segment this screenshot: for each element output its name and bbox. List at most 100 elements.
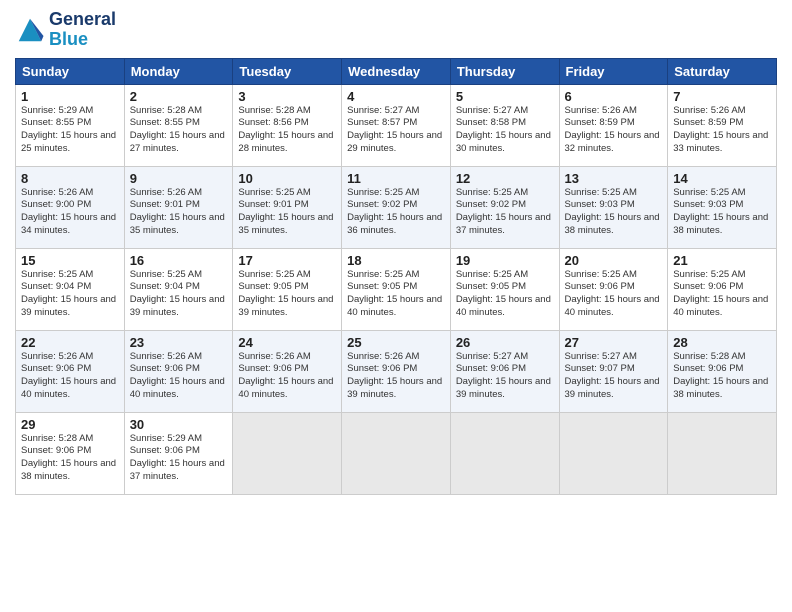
day-info: Sunrise: 5:26 AMSunset: 9:06 PMDaylight:…	[347, 351, 445, 402]
day-number: 2	[130, 89, 228, 104]
calendar-cell	[233, 412, 342, 494]
day-number: 30	[130, 417, 228, 432]
logo-icon	[15, 15, 45, 45]
day-number: 1	[21, 89, 119, 104]
day-number: 21	[673, 253, 771, 268]
weekday-header-wednesday: Wednesday	[342, 58, 451, 84]
day-info: Sunrise: 5:26 AMSunset: 9:06 PMDaylight:…	[21, 351, 119, 402]
calendar-cell: 24 Sunrise: 5:26 AMSunset: 9:06 PMDaylig…	[233, 330, 342, 412]
day-number: 4	[347, 89, 445, 104]
calendar-cell: 27 Sunrise: 5:27 AMSunset: 9:07 PMDaylig…	[559, 330, 668, 412]
calendar-cell: 19 Sunrise: 5:25 AMSunset: 9:05 PMDaylig…	[450, 248, 559, 330]
calendar-cell: 14 Sunrise: 5:25 AMSunset: 9:03 PMDaylig…	[668, 166, 777, 248]
calendar-cell: 29 Sunrise: 5:28 AMSunset: 9:06 PMDaylig…	[16, 412, 125, 494]
day-info: Sunrise: 5:29 AMSunset: 8:55 PMDaylight:…	[21, 105, 119, 156]
logo: General Blue	[15, 10, 116, 50]
day-info: Sunrise: 5:26 AMSunset: 9:01 PMDaylight:…	[130, 187, 228, 238]
day-number: 29	[21, 417, 119, 432]
calendar-cell: 12 Sunrise: 5:25 AMSunset: 9:02 PMDaylig…	[450, 166, 559, 248]
day-info: Sunrise: 5:25 AMSunset: 9:02 PMDaylight:…	[456, 187, 554, 238]
day-number: 20	[565, 253, 663, 268]
calendar-week-1: 1 Sunrise: 5:29 AMSunset: 8:55 PMDayligh…	[16, 84, 777, 166]
day-info: Sunrise: 5:27 AMSunset: 8:58 PMDaylight:…	[456, 105, 554, 156]
day-number: 10	[238, 171, 336, 186]
calendar-cell: 17 Sunrise: 5:25 AMSunset: 9:05 PMDaylig…	[233, 248, 342, 330]
day-info: Sunrise: 5:25 AMSunset: 9:02 PMDaylight:…	[347, 187, 445, 238]
calendar-cell: 28 Sunrise: 5:28 AMSunset: 9:06 PMDaylig…	[668, 330, 777, 412]
calendar-cell: 11 Sunrise: 5:25 AMSunset: 9:02 PMDaylig…	[342, 166, 451, 248]
calendar-week-4: 22 Sunrise: 5:26 AMSunset: 9:06 PMDaylig…	[16, 330, 777, 412]
page-container: General Blue SundayMondayTuesdayWednesda…	[0, 0, 792, 505]
day-info: Sunrise: 5:26 AMSunset: 9:06 PMDaylight:…	[130, 351, 228, 402]
weekday-header-sunday: Sunday	[16, 58, 125, 84]
day-info: Sunrise: 5:27 AMSunset: 9:07 PMDaylight:…	[565, 351, 663, 402]
day-number: 22	[21, 335, 119, 350]
calendar-cell: 15 Sunrise: 5:25 AMSunset: 9:04 PMDaylig…	[16, 248, 125, 330]
calendar-cell: 2 Sunrise: 5:28 AMSunset: 8:55 PMDayligh…	[124, 84, 233, 166]
day-info: Sunrise: 5:27 AMSunset: 9:06 PMDaylight:…	[456, 351, 554, 402]
calendar-cell: 3 Sunrise: 5:28 AMSunset: 8:56 PMDayligh…	[233, 84, 342, 166]
day-info: Sunrise: 5:25 AMSunset: 9:04 PMDaylight:…	[21, 269, 119, 320]
day-info: Sunrise: 5:25 AMSunset: 9:05 PMDaylight:…	[238, 269, 336, 320]
day-info: Sunrise: 5:26 AMSunset: 9:00 PMDaylight:…	[21, 187, 119, 238]
weekday-header-tuesday: Tuesday	[233, 58, 342, 84]
day-number: 14	[673, 171, 771, 186]
day-info: Sunrise: 5:25 AMSunset: 9:06 PMDaylight:…	[565, 269, 663, 320]
day-info: Sunrise: 5:29 AMSunset: 9:06 PMDaylight:…	[130, 433, 228, 484]
weekday-header-thursday: Thursday	[450, 58, 559, 84]
day-number: 23	[130, 335, 228, 350]
day-number: 6	[565, 89, 663, 104]
calendar-cell: 6 Sunrise: 5:26 AMSunset: 8:59 PMDayligh…	[559, 84, 668, 166]
calendar-cell: 13 Sunrise: 5:25 AMSunset: 9:03 PMDaylig…	[559, 166, 668, 248]
day-info: Sunrise: 5:27 AMSunset: 8:57 PMDaylight:…	[347, 105, 445, 156]
calendar-cell: 9 Sunrise: 5:26 AMSunset: 9:01 PMDayligh…	[124, 166, 233, 248]
day-number: 7	[673, 89, 771, 104]
day-info: Sunrise: 5:25 AMSunset: 9:04 PMDaylight:…	[130, 269, 228, 320]
calendar-cell: 21 Sunrise: 5:25 AMSunset: 9:06 PMDaylig…	[668, 248, 777, 330]
calendar: SundayMondayTuesdayWednesdayThursdayFrid…	[15, 58, 777, 495]
day-info: Sunrise: 5:26 AMSunset: 8:59 PMDaylight:…	[673, 105, 771, 156]
calendar-cell: 18 Sunrise: 5:25 AMSunset: 9:05 PMDaylig…	[342, 248, 451, 330]
day-info: Sunrise: 5:28 AMSunset: 9:06 PMDaylight:…	[21, 433, 119, 484]
day-info: Sunrise: 5:28 AMSunset: 9:06 PMDaylight:…	[673, 351, 771, 402]
calendar-cell: 23 Sunrise: 5:26 AMSunset: 9:06 PMDaylig…	[124, 330, 233, 412]
day-info: Sunrise: 5:28 AMSunset: 8:56 PMDaylight:…	[238, 105, 336, 156]
calendar-body: 1 Sunrise: 5:29 AMSunset: 8:55 PMDayligh…	[16, 84, 777, 494]
day-number: 19	[456, 253, 554, 268]
day-number: 17	[238, 253, 336, 268]
calendar-cell	[668, 412, 777, 494]
day-info: Sunrise: 5:26 AMSunset: 9:06 PMDaylight:…	[238, 351, 336, 402]
calendar-cell: 8 Sunrise: 5:26 AMSunset: 9:00 PMDayligh…	[16, 166, 125, 248]
calendar-cell: 22 Sunrise: 5:26 AMSunset: 9:06 PMDaylig…	[16, 330, 125, 412]
day-number: 3	[238, 89, 336, 104]
day-info: Sunrise: 5:25 AMSunset: 9:05 PMDaylight:…	[347, 269, 445, 320]
calendar-cell: 25 Sunrise: 5:26 AMSunset: 9:06 PMDaylig…	[342, 330, 451, 412]
calendar-cell: 16 Sunrise: 5:25 AMSunset: 9:04 PMDaylig…	[124, 248, 233, 330]
day-info: Sunrise: 5:28 AMSunset: 8:55 PMDaylight:…	[130, 105, 228, 156]
calendar-week-2: 8 Sunrise: 5:26 AMSunset: 9:00 PMDayligh…	[16, 166, 777, 248]
calendar-cell: 10 Sunrise: 5:25 AMSunset: 9:01 PMDaylig…	[233, 166, 342, 248]
day-number: 11	[347, 171, 445, 186]
day-number: 27	[565, 335, 663, 350]
day-info: Sunrise: 5:25 AMSunset: 9:01 PMDaylight:…	[238, 187, 336, 238]
calendar-week-3: 15 Sunrise: 5:25 AMSunset: 9:04 PMDaylig…	[16, 248, 777, 330]
day-number: 28	[673, 335, 771, 350]
day-number: 26	[456, 335, 554, 350]
weekday-header-friday: Friday	[559, 58, 668, 84]
calendar-week-5: 29 Sunrise: 5:28 AMSunset: 9:06 PMDaylig…	[16, 412, 777, 494]
calendar-cell: 5 Sunrise: 5:27 AMSunset: 8:58 PMDayligh…	[450, 84, 559, 166]
day-number: 18	[347, 253, 445, 268]
logo-text: General Blue	[49, 10, 116, 50]
day-number: 15	[21, 253, 119, 268]
calendar-cell: 30 Sunrise: 5:29 AMSunset: 9:06 PMDaylig…	[124, 412, 233, 494]
day-number: 5	[456, 89, 554, 104]
header: General Blue	[15, 10, 777, 50]
weekday-header-monday: Monday	[124, 58, 233, 84]
day-number: 12	[456, 171, 554, 186]
weekday-header-saturday: Saturday	[668, 58, 777, 84]
calendar-cell	[450, 412, 559, 494]
calendar-cell	[342, 412, 451, 494]
day-info: Sunrise: 5:25 AMSunset: 9:05 PMDaylight:…	[456, 269, 554, 320]
weekday-header-row: SundayMondayTuesdayWednesdayThursdayFrid…	[16, 58, 777, 84]
calendar-cell: 26 Sunrise: 5:27 AMSunset: 9:06 PMDaylig…	[450, 330, 559, 412]
